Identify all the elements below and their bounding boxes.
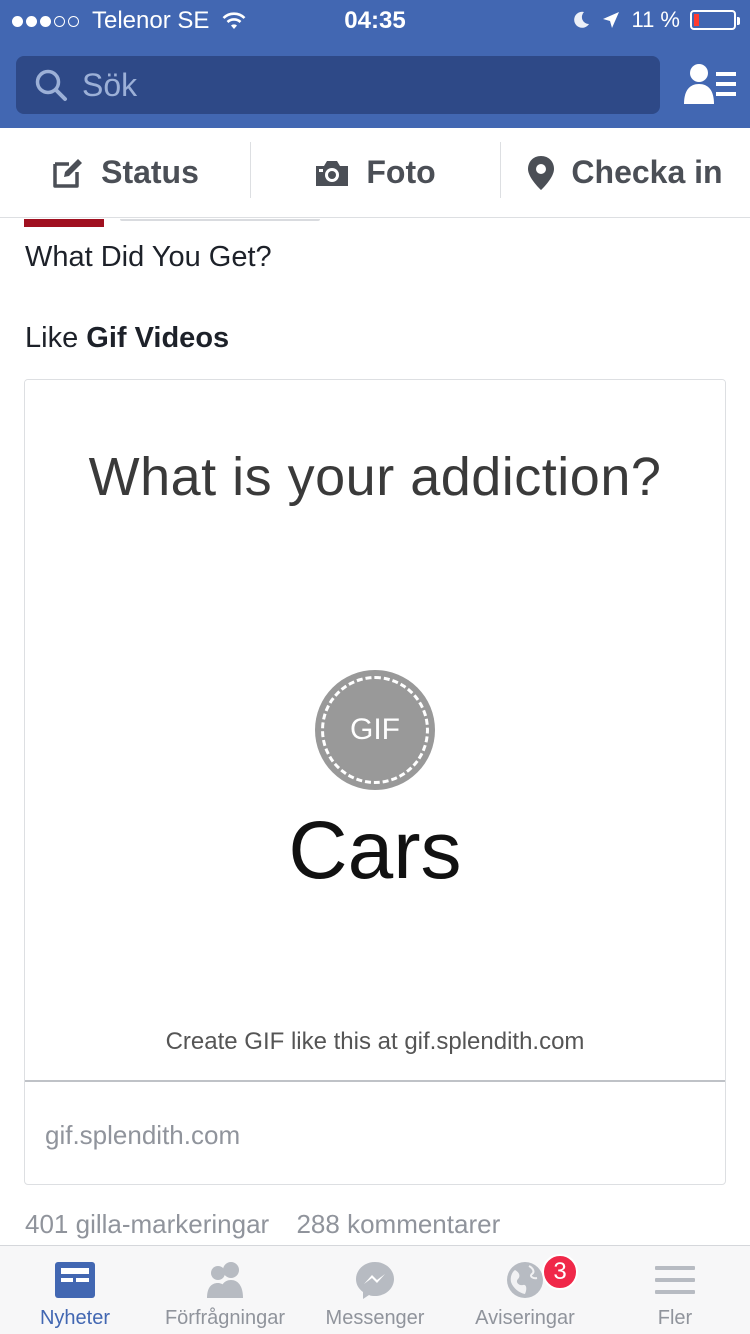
friends-list-icon[interactable] (684, 62, 736, 108)
gif-title: What is your addiction? (88, 447, 662, 507)
gif-footer: Create GIF like this at gif.splendith.co… (165, 1028, 585, 1055)
notification-badge: 3 (542, 1254, 578, 1290)
tab-label: Förfrågningar (164, 1307, 286, 1329)
post-text: What Did You Get? (25, 241, 272, 273)
edit-icon (53, 158, 83, 188)
location-arrow-icon (603, 12, 620, 28)
tab-news-feed[interactable]: Nyheter (0, 1246, 150, 1334)
battery-icon (690, 10, 740, 30)
status-bar: Telenor SE 04:35 11 % (0, 0, 750, 42)
composer-bar: Status Foto Checka in (0, 128, 750, 218)
tab-label: Messenger (325, 1307, 425, 1329)
tab-notifications[interactable]: 3 Aviseringar (450, 1246, 600, 1334)
search-placeholder: Sök (82, 66, 138, 103)
like-prefix: Like (25, 322, 79, 354)
gif-badge-label: GIF (350, 713, 400, 746)
gif-play-icon[interactable]: GIF (315, 670, 435, 790)
status-label: Status (101, 154, 199, 190)
camera-icon (316, 160, 349, 186)
tab-friend-requests[interactable]: Förfrågningar (150, 1246, 300, 1334)
link-domain: gif.splendith.com (45, 1120, 241, 1150)
moon-icon (574, 11, 590, 28)
engagement-counts: 401 gilla-markeringar 288 kommentarer (25, 1209, 500, 1240)
post-meta (120, 219, 320, 221)
gif-preview[interactable]: What is your addiction? GIF Cars Create … (25, 380, 725, 1082)
like-page-line: Like Gif Videos (25, 322, 229, 355)
location-pin-icon (528, 155, 555, 190)
photo-button[interactable]: Foto (250, 128, 500, 217)
search-icon (35, 69, 67, 101)
comments-count[interactable]: 288 kommentarer (296, 1209, 500, 1239)
bottom-tab-bar: Nyheter Förfrågningar Messenger 3 Aviser… (0, 1245, 750, 1334)
tab-label: Fler (657, 1307, 693, 1329)
friend-requests-icon (207, 1262, 243, 1298)
tab-messenger[interactable]: Messenger (300, 1246, 450, 1334)
avatar[interactable] (24, 219, 104, 227)
tab-label: Nyheter (39, 1307, 111, 1329)
messenger-icon (356, 1262, 394, 1299)
likes-count[interactable]: 401 gilla-markeringar (25, 1209, 269, 1239)
globe-icon (507, 1262, 543, 1298)
checkin-button[interactable]: Checka in (500, 128, 750, 217)
hamburger-menu-icon (655, 1266, 695, 1294)
news-feed: What Did You Get? Like Gif Videos What i… (0, 219, 750, 1245)
search-bar[interactable]: Sök (16, 56, 660, 114)
status-button[interactable]: Status (0, 128, 250, 217)
news-feed-icon (55, 1262, 95, 1298)
link-card[interactable]: What is your addiction? GIF Cars Create … (24, 379, 726, 1185)
checkin-label: Checka in (571, 154, 723, 190)
page-name-link[interactable]: Gif Videos (86, 322, 229, 354)
photo-label: Foto (366, 154, 436, 190)
status-right: 11 % (561, 7, 740, 33)
battery-percent: 11 % (631, 7, 680, 32)
gif-answer: Cars (288, 805, 462, 896)
tab-more[interactable]: Fler (600, 1246, 750, 1334)
top-header: Telenor SE 04:35 11 % Sök (0, 0, 750, 128)
tab-label: Aviseringar (475, 1307, 575, 1329)
